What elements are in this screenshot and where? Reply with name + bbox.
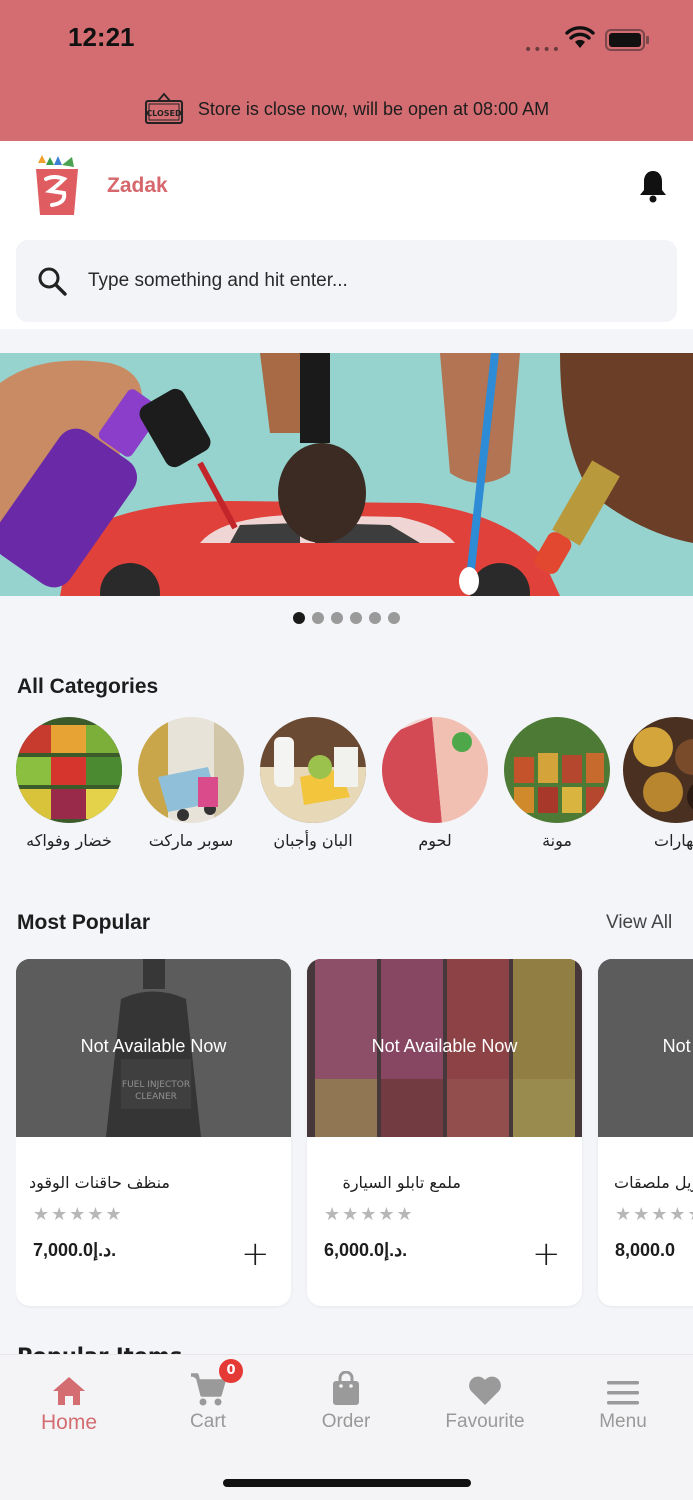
tab-label: Order: [321, 1411, 371, 1432]
popular-items-title: Popular Items: [17, 1344, 182, 1354]
closed-sign-icon: CLOSED: [144, 92, 183, 124]
promo-banner[interactable]: [0, 353, 693, 596]
svg-text:CLOSED: CLOSED: [146, 109, 182, 118]
pagination-dot[interactable]: [350, 612, 362, 624]
heart-icon: [420, 1367, 550, 1407]
availability-status: Not Available Now: [80, 1036, 227, 1056]
store-notice-text: Store is close now, will be open at 08:0…: [197, 98, 550, 119]
category-image: [382, 717, 488, 823]
product-name: ملمع تابلو السيارة: [342, 1173, 461, 1192]
battery-icon: [605, 29, 649, 51]
category-item[interactable]: لحوم: [382, 717, 488, 850]
zadak-logo: [36, 155, 78, 215]
category-image: [623, 717, 693, 823]
view-all-link[interactable]: View All: [606, 912, 672, 934]
cart-icon: 0: [143, 1359, 273, 1407]
most-popular-title: Most Popular: [17, 911, 151, 934]
product-price: 7,000.0د.إ.: [33, 1240, 117, 1260]
search-input[interactable]: [88, 270, 648, 292]
cart-badge: 0: [219, 1359, 243, 1383]
home-icon: [4, 1367, 134, 1407]
category-image: [504, 717, 610, 823]
popular-products-list: FUEL INJECTOR CLEANER Not Available Now …: [16, 959, 693, 1309]
product-card[interactable]: FUEL INJECTOR CLEANER Not Available Now …: [16, 959, 291, 1306]
bell-icon[interactable]: [638, 169, 668, 203]
search-bar[interactable]: [16, 240, 677, 322]
banner-image: [0, 353, 693, 596]
category-item[interactable]: مونة: [504, 717, 610, 850]
availability-status: Not Available Now: [662, 1036, 693, 1056]
category-label: خضار وفواكه: [26, 831, 112, 850]
tab-label: Home: [40, 1411, 98, 1434]
tab-label: Favourite: [445, 1411, 525, 1432]
rating-stars: ★★★★★: [324, 1204, 415, 1225]
rating-stars: ★★★★★: [33, 1204, 124, 1225]
category-image: [260, 717, 366, 823]
product-image: Not Available Now: [307, 959, 582, 1137]
search-icon: [36, 265, 68, 297]
add-to-cart-button[interactable]: +: [241, 1237, 270, 1271]
category-item[interactable]: خضار وفواكه: [16, 717, 122, 850]
pagination-dot[interactable]: [331, 612, 343, 624]
category-label: بهارات: [654, 831, 693, 850]
category-label: البان وأجبان: [273, 831, 353, 850]
product-card[interactable]: Not Available Now مزيل ملصقات ★★★★★ 8,00…: [598, 959, 693, 1306]
tab-label: Cart: [190, 1411, 226, 1432]
product-card[interactable]: Not Available Now ملمع تابلو السيارة ★★★…: [307, 959, 582, 1306]
product-image: Not Available Now: [598, 959, 693, 1137]
pagination-dot[interactable]: [293, 612, 305, 624]
add-to-cart-button[interactable]: +: [532, 1237, 561, 1271]
tab-home[interactable]: Home: [4, 1367, 134, 1435]
store-closed-notice: CLOSED Store is close now, will be open …: [0, 92, 693, 126]
category-image: [138, 717, 244, 823]
categories-title: All Categories: [17, 675, 159, 698]
availability-status: Not Available Now: [371, 1036, 518, 1056]
pagination-dot[interactable]: [388, 612, 400, 624]
product-image: FUEL INJECTOR CLEANER Not Available Now: [16, 959, 291, 1137]
cellular-signal-icon: ••••: [524, 42, 562, 58]
product-name: مزيل ملصقات: [614, 1173, 693, 1192]
tab-cart[interactable]: 0 Cart: [143, 1359, 273, 1433]
home-indicator: [223, 1479, 471, 1487]
category-item[interactable]: سوبر ماركت: [138, 717, 244, 850]
menu-icon: [558, 1367, 688, 1407]
category-image: [16, 717, 122, 823]
rating-stars: ★★★★★: [615, 1204, 693, 1225]
category-label: سوبر ماركت: [148, 831, 234, 850]
app-header: Zadak: [0, 141, 693, 329]
pagination-dot[interactable]: [369, 612, 381, 624]
product-price: 6,000.0د.إ.: [324, 1240, 408, 1260]
wifi-icon: [565, 26, 595, 48]
category-item[interactable]: بهارات: [623, 717, 693, 850]
status-area: 12:21 •••• CLOSED Store is close now, wi…: [0, 0, 693, 141]
category-label: لحوم: [418, 831, 452, 850]
pagination-dot[interactable]: [312, 612, 324, 624]
brand-name: Zadak: [107, 174, 168, 197]
tab-order[interactable]: Order: [281, 1367, 411, 1433]
tab-menu[interactable]: Menu: [558, 1367, 688, 1433]
shopping-bag-icon: [281, 1367, 411, 1407]
category-label: مونة: [542, 831, 572, 850]
tab-label: Menu: [599, 1411, 647, 1432]
categories-list: خضار وفواكه سوبر ماركت البان وأجبان لحوم…: [16, 717, 693, 867]
product-price: 8,000.0: [615, 1240, 676, 1260]
tab-favourite[interactable]: Favourite: [420, 1367, 550, 1433]
status-time: 12:21: [68, 22, 135, 52]
banner-pagination: [0, 612, 693, 624]
product-name: منظف حاقنات الوقود: [28, 1173, 170, 1192]
category-item[interactable]: البان وأجبان: [260, 717, 366, 850]
